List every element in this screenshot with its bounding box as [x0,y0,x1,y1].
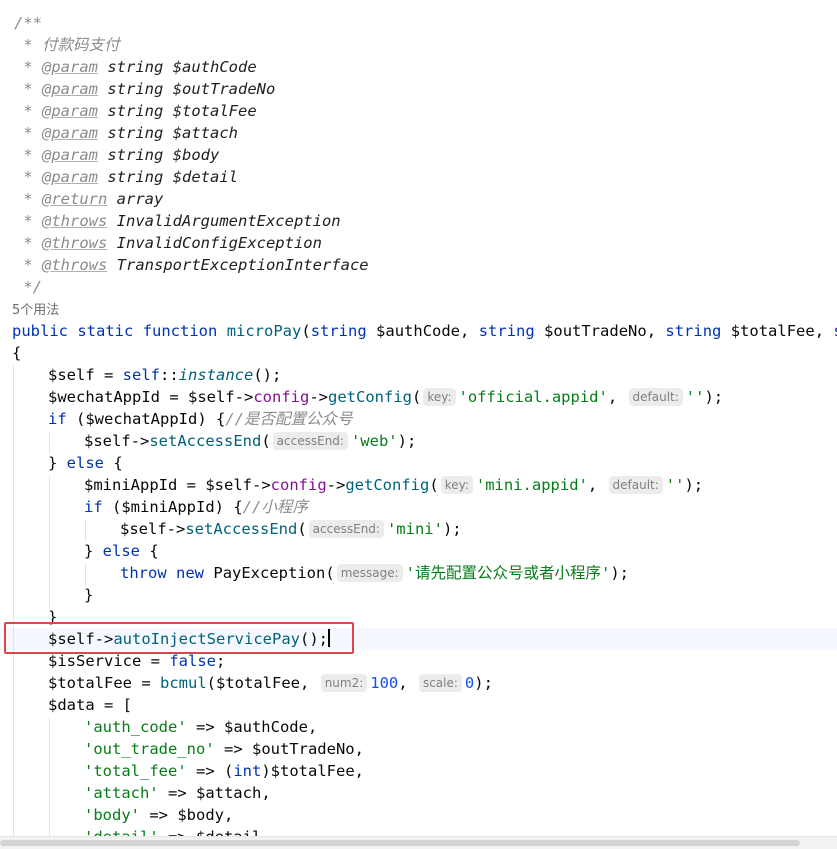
indent-guide [13,366,14,836]
code-line-if-mini: if ($miniAppId) {//小程序 [84,498,308,516]
code-line-data: $data = [ [48,696,132,714]
horizontal-scrollbar[interactable] [0,836,837,849]
doc-throws-line: * @throws TransportExceptionInterface [14,256,369,274]
open-brace: { [12,344,22,362]
param-hint: message: [336,564,403,582]
param-hint: key: [440,476,473,494]
indent-guide [49,476,50,608]
doc-throws-line: * @throws InvalidConfigException [14,234,322,252]
indent-guide [85,564,86,586]
indent-guide [49,718,50,836]
param-hint: accessEnd: [308,520,384,538]
param-hint: default: [628,388,683,406]
param-hint: num2: [320,674,368,692]
array-entry: 'body' => $body, [84,806,234,824]
doc-close: */ [14,278,42,296]
array-entry: 'attach' => $attach, [84,784,271,802]
code-line-set-mini: $self->setAccessEnd(accessEnd:'mini'); [120,520,462,538]
param-hint: key: [423,388,456,406]
doc-param-line: * @param string $outTradeNo [14,80,276,98]
doc-description: * 付款码支付 [14,36,120,54]
array-entry: 'total_fee' => (int)$totalFee, [84,762,365,780]
code-line-else-inner: } else { [84,542,159,560]
param-hint: default: [608,476,663,494]
indent-guide [85,520,86,542]
usages-link[interactable]: 5个用法 [12,298,59,320]
doc-param-line: * @param string $totalFee [14,102,257,120]
doc-param-line: * @param string $attach [14,124,239,142]
code-line-close-inner: } [84,586,94,604]
code-line-instance: $self = self::instance(); [48,366,282,384]
doc-param-line: * @param string $body [14,146,220,164]
red-highlight-box [4,622,354,654]
function-signature: public static function microPay(string $… [12,322,837,340]
indent-guide [49,432,50,454]
param-hint: accessEnd: [272,432,348,450]
code-line-wechat-appid: $wechatAppId = $self->config->getConfig(… [48,388,724,406]
code-line-else: } else { [48,454,123,472]
doc-open: /** [14,14,42,32]
code-line-throw: throw new PayException(message: '请先配置公众号或… [120,564,630,582]
scrollbar-thumb[interactable] [0,840,800,846]
array-entry: 'out_trade_no' => $outTradeNo, [84,740,364,758]
array-entry: 'auth_code' => $authCode, [84,718,318,736]
code-line-bcmul: $totalFee = bcmul($totalFee, num2: 100, s… [48,674,493,692]
param-hint: scale: [418,674,462,692]
code-line-mini-appid: $miniAppId = $self->config->getConfig(ke… [84,476,704,494]
doc-throws-line: * @throws InvalidArgumentException [14,212,341,230]
code-line-if-wechat: if ($wechatAppId) {//是否配置公众号 [48,410,353,428]
doc-return-line: * @return array [14,190,164,208]
code-line-set-web: $self->setAccessEnd(accessEnd:'web'); [84,432,417,450]
doc-param-line: * @param string $detail [14,168,239,186]
doc-param-line: * @param string $authCode [14,58,257,76]
